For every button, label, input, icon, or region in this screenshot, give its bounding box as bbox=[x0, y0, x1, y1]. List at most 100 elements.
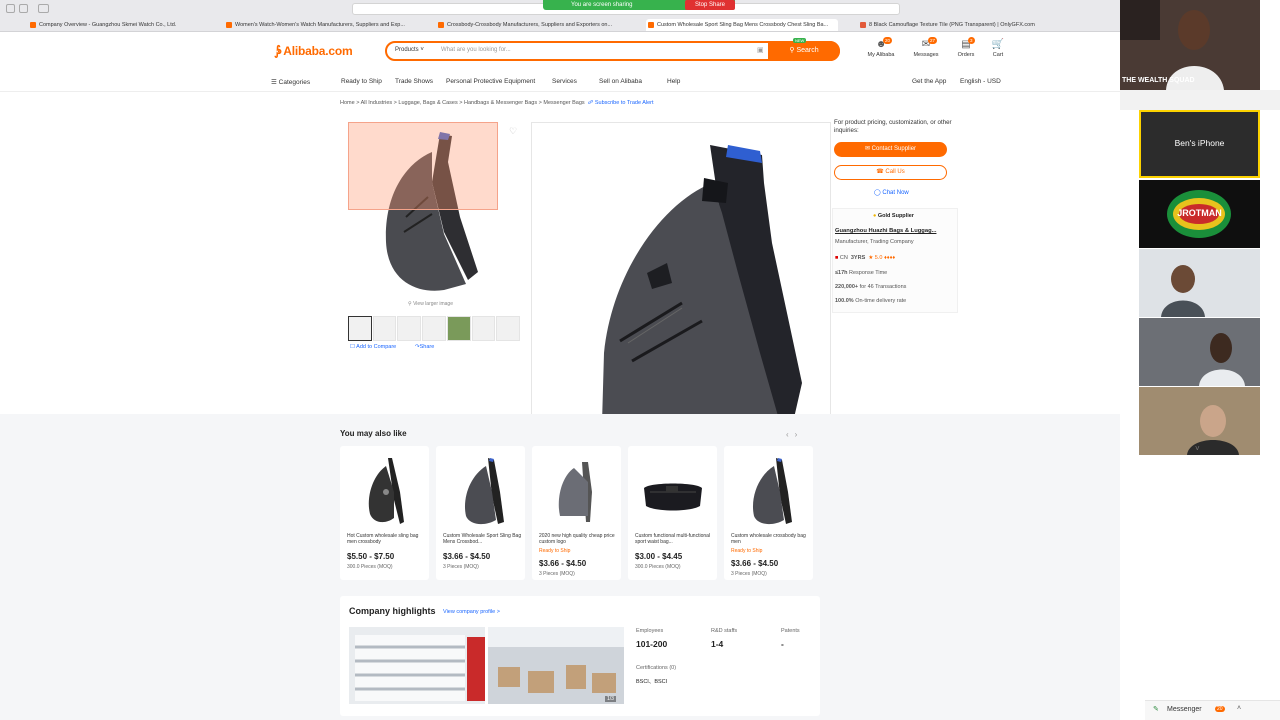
zoom-selection-overlay[interactable] bbox=[348, 122, 498, 210]
thumbnail-image[interactable] bbox=[422, 316, 446, 341]
participant-tile[interactable] bbox=[1139, 249, 1260, 317]
contact-supplier-button[interactable]: ✉ Contact Supplier bbox=[834, 142, 947, 157]
rd-staff-label: R&D staffs bbox=[711, 628, 738, 634]
participant-tile-logo[interactable]: JROTMAN bbox=[1139, 180, 1260, 248]
chevron-left-icon[interactable]: ‹ bbox=[786, 430, 795, 439]
host-name-label: THE WEALTH SQUAD bbox=[1122, 77, 1195, 84]
alibaba-favicon-icon bbox=[438, 22, 444, 28]
nav-categories[interactable]: ☰ Categories bbox=[271, 78, 310, 86]
ontime-label: On-time delivery rate bbox=[855, 298, 907, 304]
product-card[interactable]: 2020 new high quality cheap price custom… bbox=[532, 446, 621, 580]
participant-tile[interactable] bbox=[1139, 318, 1260, 386]
nav-label: Categories bbox=[278, 79, 311, 86]
orders-label: Orders bbox=[957, 52, 975, 58]
call-us-button[interactable]: ☎ Call Us bbox=[834, 165, 947, 180]
warehouse-photo[interactable] bbox=[488, 627, 624, 704]
language-currency-select[interactable]: English - USD bbox=[960, 78, 1001, 85]
search-input[interactable]: What are you looking for... bbox=[441, 47, 511, 53]
host-video-tile[interactable]: THE WEALTH SQUAD bbox=[1120, 0, 1260, 90]
breadcrumb-home[interactable]: Home bbox=[340, 100, 355, 106]
certifications-label: Certifications (0) bbox=[636, 665, 677, 671]
browser-tab[interactable]: 8 Black Camouflage Texture Tile (PNG Tra… bbox=[858, 19, 1048, 31]
breadcrumb: Home > All Industries > Luggage, Bags & … bbox=[340, 100, 654, 106]
sling-bag-image bbox=[602, 145, 802, 423]
thumbnail-image[interactable] bbox=[397, 316, 422, 341]
product-large-image[interactable] bbox=[531, 122, 831, 423]
zoom-icon: ⚲ bbox=[408, 301, 412, 307]
rd-staff-value: 1-4 bbox=[711, 639, 724, 649]
messenger-bar[interactable]: ✎ Messenger 20 ˄ bbox=[1145, 700, 1280, 720]
product-title: Custom Wholesale Sport Sling Bag Mens Cr… bbox=[443, 533, 522, 545]
nav-ppe[interactable]: Personal Protective Equipment bbox=[446, 78, 535, 85]
browser-tab[interactable]: Company Overview - Guangzhou Skmei Watch… bbox=[28, 19, 218, 31]
product-card[interactable]: Custom functional multi-functional sport… bbox=[628, 446, 717, 580]
sidebar-toggle-icon[interactable] bbox=[38, 4, 49, 13]
breadcrumb-item[interactable]: Messenger Bags bbox=[543, 100, 584, 106]
product-price: $3.66 - $4.50 bbox=[539, 559, 587, 568]
chevron-up-icon[interactable]: ˄ bbox=[1237, 705, 1241, 712]
camera-icon[interactable]: ▣ bbox=[757, 46, 764, 54]
search-bar[interactable]: Products ˅ What are you looking for... ▣… bbox=[385, 41, 840, 61]
supplier-name-link[interactable]: Guangzhou Huazhi Bags & Luggag... bbox=[835, 228, 936, 234]
factory-building-photo[interactable] bbox=[349, 627, 485, 704]
stop-share-button[interactable]: Stop Share bbox=[685, 0, 735, 10]
nav-services[interactable]: Services bbox=[552, 78, 577, 85]
view-company-profile-link[interactable]: View company profile > bbox=[443, 609, 500, 615]
thumbnail-image[interactable] bbox=[471, 316, 496, 341]
browser-tab[interactable]: Women's Watch-Women's Watch Manufacturer… bbox=[224, 19, 414, 31]
messenger-label: Messenger bbox=[1167, 706, 1202, 713]
nav-help[interactable]: Help bbox=[667, 78, 680, 85]
thumbnail-image[interactable] bbox=[372, 316, 397, 341]
product-title: Custom wholesale crossbody bag men bbox=[731, 533, 806, 545]
search-category-select[interactable]: Products ˅ bbox=[395, 47, 424, 53]
browser-tab-active[interactable]: Custom Wholesale Sport Sling Bag Mens Cr… bbox=[646, 19, 838, 31]
messages-link[interactable]: ✉ 27 Messages bbox=[906, 37, 946, 58]
diamond-icons: ♦♦♦♦ bbox=[883, 255, 896, 261]
product-price: $3.66 - $4.50 bbox=[731, 559, 779, 568]
add-to-compare-link[interactable]: ☐ Add to Compare bbox=[350, 344, 396, 350]
share-link[interactable]: ↷Share bbox=[415, 344, 434, 350]
search-icon: ⚲ bbox=[789, 47, 795, 54]
product-title: 2020 new high quality cheap price custom… bbox=[539, 533, 615, 545]
back-icon[interactable] bbox=[6, 4, 15, 13]
cart-link[interactable]: 🛒 Cart bbox=[978, 39, 1018, 58]
subscribe-trade-alert-link[interactable]: ☍ Subscribe to Trade Alert bbox=[588, 100, 654, 106]
thumbnail-image[interactable] bbox=[348, 316, 372, 341]
chevron-down-icon: ˅ bbox=[420, 47, 424, 53]
search-button[interactable]: ⚲ Search bbox=[768, 41, 840, 61]
view-larger-image-link[interactable]: ⚲ View larger image bbox=[408, 301, 453, 307]
product-card[interactable]: Custom Wholesale Sport Sling Bag Mens Cr… bbox=[436, 446, 525, 580]
get-the-app-link[interactable]: Get the App bbox=[912, 78, 946, 85]
nav-ready-to-ship[interactable]: Ready to Ship bbox=[341, 78, 382, 85]
alibaba-logo[interactable]: ⨔ Alibaba.com bbox=[274, 43, 353, 59]
product-card[interactable]: Hot Custom wholesale sling bag men cross… bbox=[340, 446, 429, 580]
nav-sell-on-alibaba[interactable]: Sell on Alibaba bbox=[599, 78, 642, 85]
chevron-down-icon[interactable]: ˅ bbox=[1195, 444, 1200, 453]
forward-icon[interactable] bbox=[19, 4, 28, 13]
supplier-rating: 5.0 bbox=[874, 255, 883, 261]
thumbnail-image[interactable] bbox=[496, 316, 521, 341]
product-image bbox=[464, 458, 504, 525]
breadcrumb-item[interactable]: All Industries bbox=[361, 100, 393, 106]
tab-label: Custom Wholesale Sport Sling Bag Mens Cr… bbox=[657, 22, 829, 28]
notification-badge: 27 bbox=[928, 37, 938, 44]
gold-supplier-label: Gold Supplier bbox=[877, 213, 914, 219]
thumbnail-image[interactable] bbox=[446, 316, 471, 341]
nav-trade-shows[interactable]: Trade Shows bbox=[395, 78, 433, 85]
breadcrumb-item[interactable]: Luggage, Bags & Cases bbox=[398, 100, 457, 106]
browser-tab[interactable]: Crossbody-Crossbody Manufacturers, Suppl… bbox=[436, 19, 626, 31]
chat-now-link[interactable]: ◯ Chat Now bbox=[874, 189, 909, 196]
gold-medal-icon: ● bbox=[873, 213, 877, 219]
add-compare-label: Add to Compare bbox=[356, 344, 397, 350]
breadcrumb-item[interactable]: Handbags & Messenger Bags bbox=[464, 100, 537, 106]
gold-supplier-badge: ● Gold Supplier bbox=[873, 213, 914, 219]
product-title: Hot Custom wholesale sling bag men cross… bbox=[347, 533, 419, 545]
alibaba-logo-icon: ⨔ bbox=[274, 43, 281, 58]
product-card[interactable]: Custom wholesale crossbody bag men Ready… bbox=[724, 446, 813, 580]
participant-video bbox=[1139, 318, 1260, 386]
ready-to-ship-tag: Ready to Ship bbox=[731, 548, 763, 554]
chevron-right-icon[interactable]: › bbox=[795, 430, 804, 439]
favorite-heart-icon[interactable]: ♡ bbox=[509, 126, 517, 137]
participant-tile-bens-iphone[interactable]: Ben's iPhone bbox=[1139, 110, 1260, 178]
my-alibaba-link[interactable]: ☻ 20 My Alibaba bbox=[861, 37, 901, 58]
